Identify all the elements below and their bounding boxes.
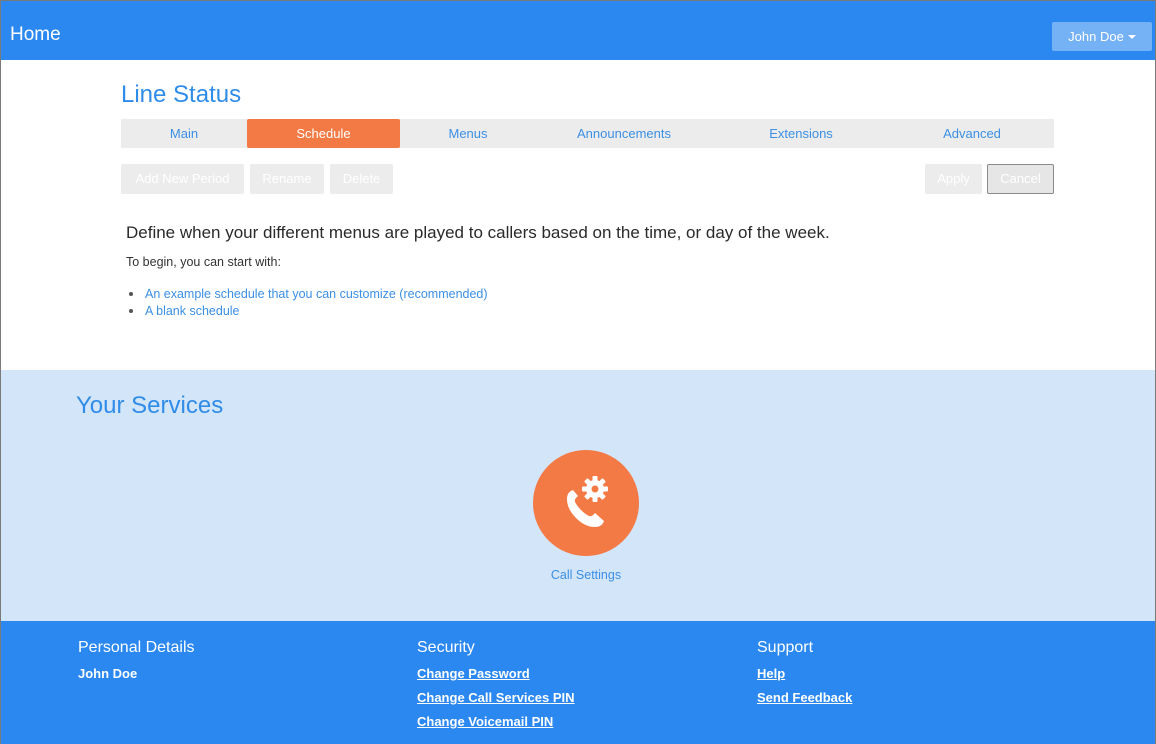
tab-bar: Main Schedule Menus Announcements Extens… [121, 119, 1054, 148]
personal-details-title: Personal Details [78, 639, 195, 656]
services-title: Your Services [76, 392, 224, 419]
blank-schedule-link[interactable]: A blank schedule [145, 304, 240, 318]
help-link[interactable]: Help [757, 666, 852, 682]
change-call-services-pin-link[interactable]: Change Call Services PIN [417, 690, 575, 706]
add-new-period-button[interactable]: Add New Period [121, 164, 244, 194]
tab-schedule[interactable]: Schedule [247, 119, 400, 148]
send-feedback-link[interactable]: Send Feedback [757, 690, 852, 706]
change-password-link[interactable]: Change Password [417, 666, 575, 682]
home-link[interactable]: Home [10, 24, 61, 46]
user-menu-label: John Doe [1068, 29, 1124, 44]
footer-security: Security Change Password Change Call Ser… [417, 638, 575, 738]
tab-main[interactable]: Main [121, 119, 247, 148]
user-menu-button[interactable]: John Doe [1052, 22, 1152, 51]
call-settings-label: Call Settings [550, 568, 622, 582]
example-schedule-link[interactable]: An example schedule that you can customi… [145, 287, 488, 301]
cancel-button[interactable]: Cancel [987, 164, 1054, 194]
delete-button[interactable]: Delete [330, 164, 393, 194]
tab-menus[interactable]: Menus [400, 119, 536, 148]
footer-personal-details: Personal Details John Doe [78, 638, 195, 682]
tab-announcements[interactable]: Announcements [536, 119, 712, 148]
change-voicemail-pin-link[interactable]: Change Voicemail PIN [417, 714, 575, 730]
schedule-intro-text: Define when your different menus are pla… [126, 223, 830, 242]
apply-button[interactable]: Apply [925, 164, 982, 194]
tab-advanced[interactable]: Advanced [890, 119, 1054, 148]
support-title: Support [757, 639, 814, 656]
caret-down-icon [1127, 34, 1136, 39]
personal-name: John Doe [78, 666, 138, 681]
phone-gear-icon [567, 476, 608, 527]
bullet-icon [129, 308, 133, 313]
bullet-icon [129, 291, 133, 296]
list-item: An example schedule that you can customi… [129, 286, 488, 303]
tab-extensions[interactable]: Extensions [712, 119, 890, 148]
footer-support: Support Help Send Feedback [757, 638, 852, 714]
call-settings-service[interactable]: Call Settings [533, 450, 640, 585]
schedule-options-list: An example schedule that you can customi… [129, 286, 488, 320]
top-bar: Home John Doe [1, 1, 1155, 60]
rename-button[interactable]: Rename [250, 164, 324, 194]
service-circle [533, 450, 639, 556]
begin-text: To begin, you can start with: [126, 255, 281, 269]
security-title: Security [417, 639, 475, 656]
page-title: Line Status [121, 81, 242, 108]
footer: Personal Details John Doe Security Chang… [1, 621, 1155, 744]
list-item: A blank schedule [129, 303, 488, 320]
services-section: Your Services Call Settings [1, 370, 1155, 621]
